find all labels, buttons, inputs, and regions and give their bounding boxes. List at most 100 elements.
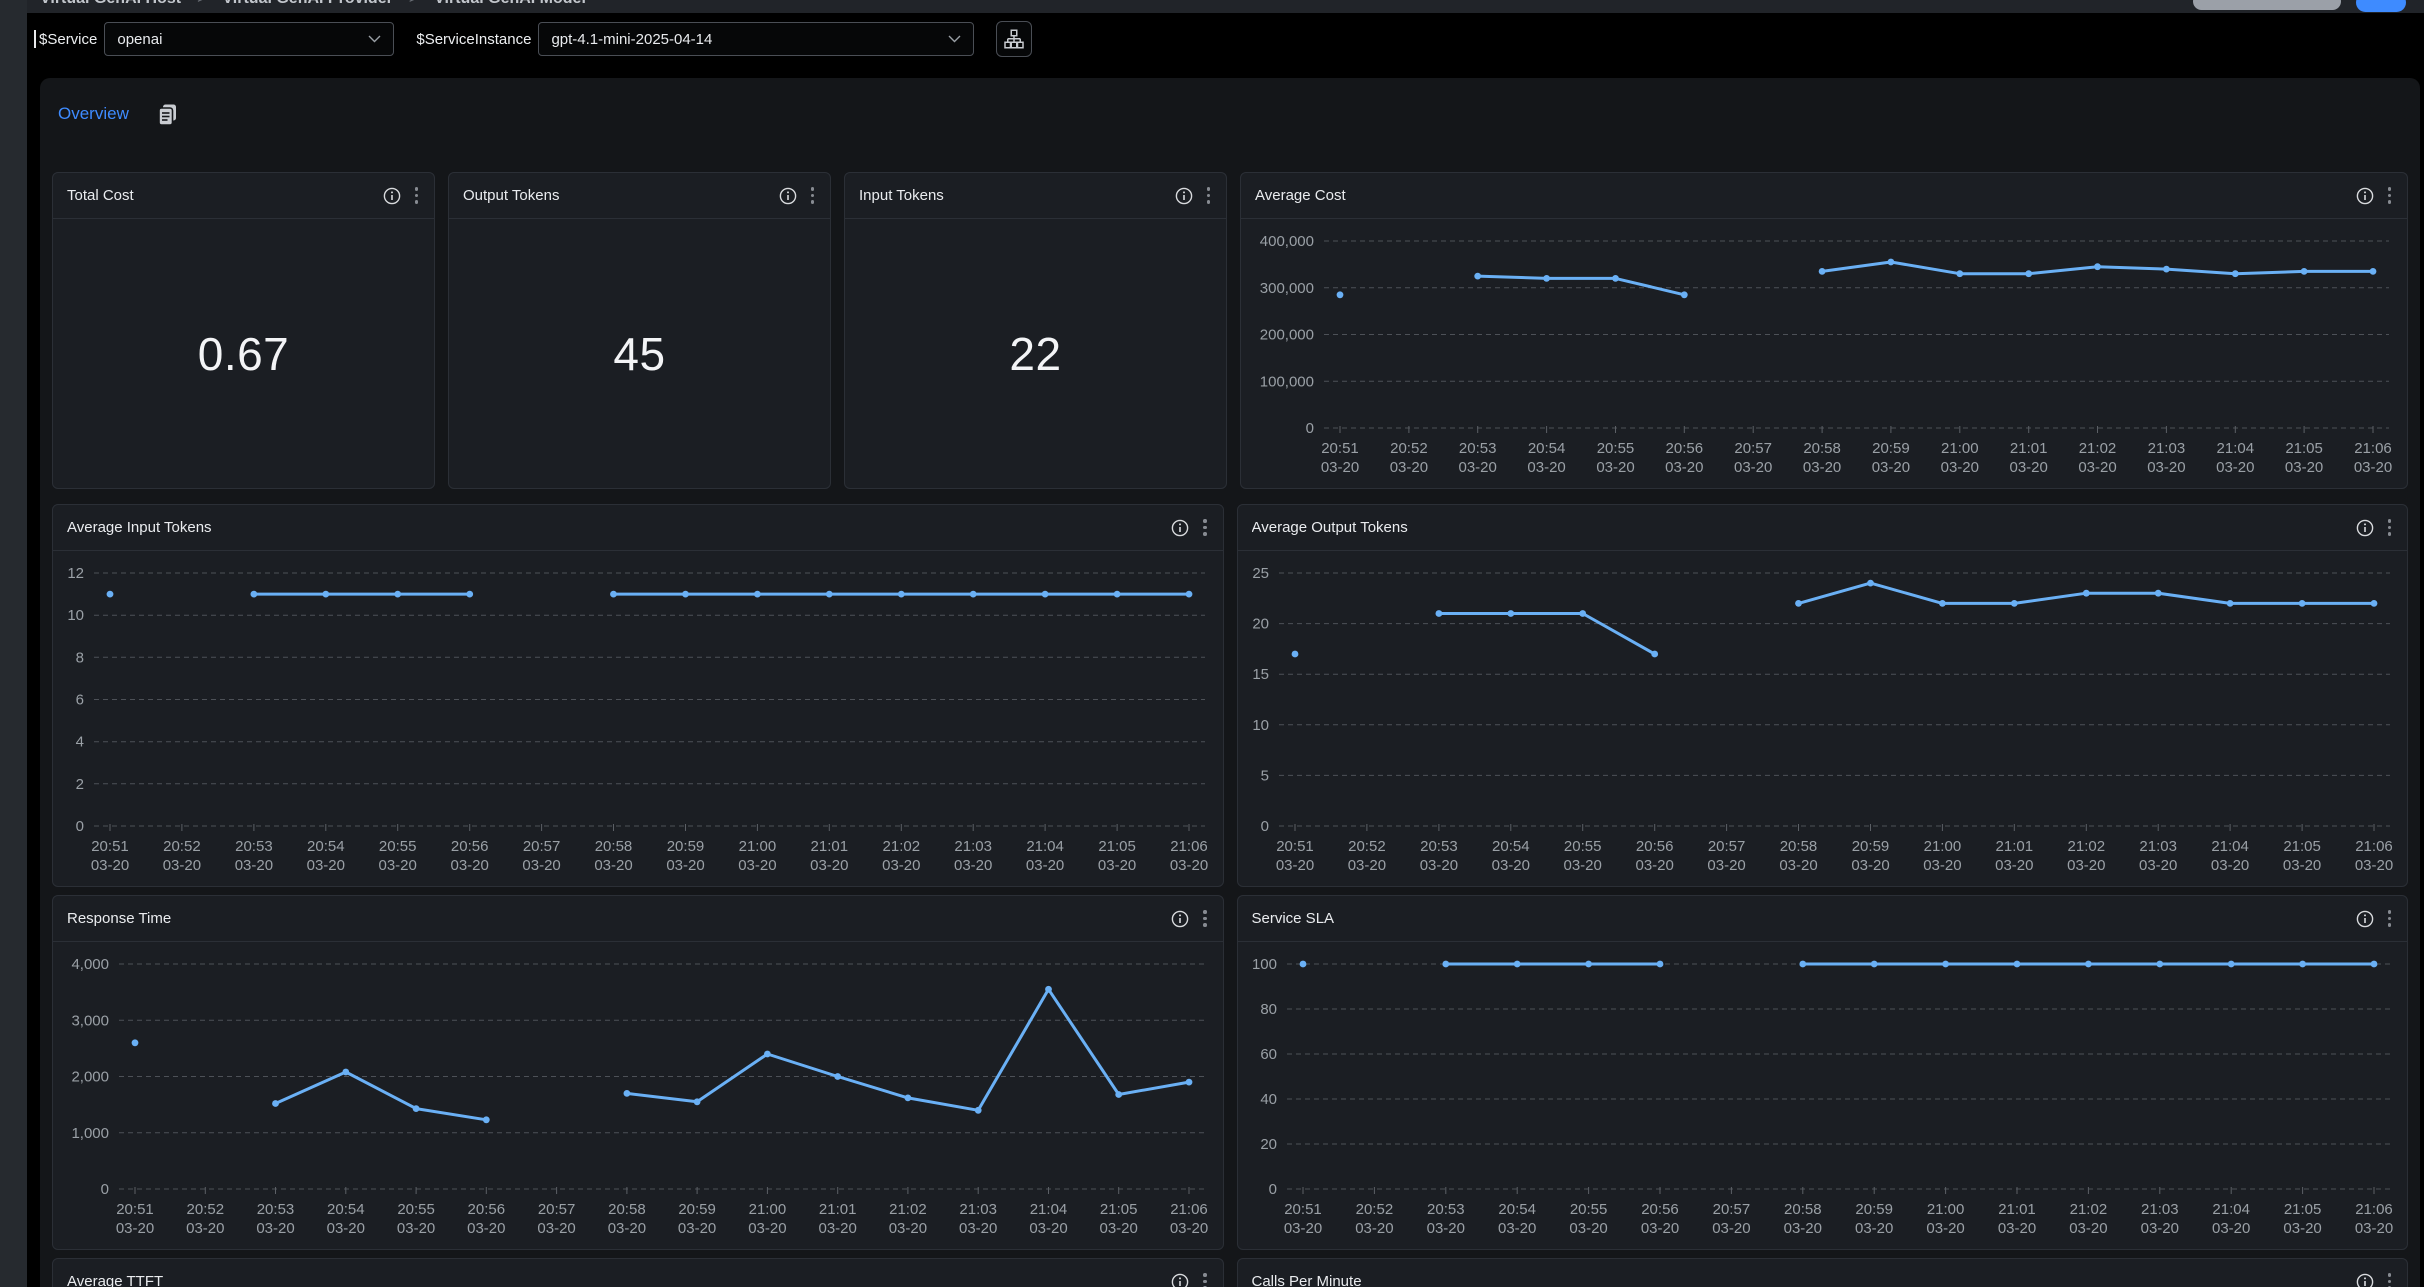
svg-text:21:03: 21:03 bbox=[2148, 440, 2186, 457]
svg-text:03-20: 03-20 bbox=[163, 857, 201, 874]
kebab-menu-icon[interactable] bbox=[2386, 185, 2394, 206]
topology-view-button[interactable] bbox=[996, 21, 1032, 57]
breadcrumb-item-provider[interactable]: Virtual GenAI Provider bbox=[222, 0, 392, 8]
svg-text:25: 25 bbox=[1252, 565, 1269, 582]
svg-text:20:51: 20:51 bbox=[1276, 838, 1314, 855]
svg-text:20:52: 20:52 bbox=[1390, 440, 1428, 457]
info-icon[interactable] bbox=[383, 187, 401, 205]
breadcrumb-separator: > bbox=[409, 0, 418, 8]
svg-text:03-20: 03-20 bbox=[2140, 1220, 2178, 1237]
svg-text:03-20: 03-20 bbox=[256, 1220, 294, 1237]
svg-text:03-20: 03-20 bbox=[1100, 1220, 1138, 1237]
kebab-menu-icon[interactable] bbox=[1201, 517, 1209, 538]
svg-text:20:54: 20:54 bbox=[307, 838, 345, 855]
breadcrumb-item-model[interactable]: Virtual GenAI Model bbox=[434, 0, 586, 8]
svg-text:21:00: 21:00 bbox=[1926, 1201, 1964, 1218]
svg-text:20:54: 20:54 bbox=[1528, 440, 1566, 457]
svg-text:03-20: 03-20 bbox=[738, 857, 776, 874]
kebab-menu-icon[interactable] bbox=[809, 185, 817, 206]
info-icon[interactable] bbox=[1171, 519, 1189, 537]
tab-row: Overview bbox=[52, 86, 2408, 142]
info-icon[interactable] bbox=[779, 187, 797, 205]
svg-text:200,000: 200,000 bbox=[1260, 327, 1314, 344]
svg-text:20:58: 20:58 bbox=[595, 838, 633, 855]
svg-text:03-20: 03-20 bbox=[1426, 1220, 1464, 1237]
kebab-menu-icon[interactable] bbox=[2386, 908, 2394, 929]
svg-text:03-20: 03-20 bbox=[1855, 1220, 1893, 1237]
svg-text:21:03: 21:03 bbox=[954, 838, 992, 855]
kebab-menu-icon[interactable] bbox=[2386, 1271, 2394, 1287]
stat-card-output-tokens: Output Tokens 45 bbox=[448, 172, 831, 489]
svg-text:03-20: 03-20 bbox=[1923, 857, 1961, 874]
kebab-menu-icon[interactable] bbox=[1201, 1271, 1209, 1287]
svg-text:20:55: 20:55 bbox=[1563, 838, 1601, 855]
svg-text:03-20: 03-20 bbox=[1390, 459, 1428, 476]
breadcrumb-item-host[interactable]: Virtual GenAI Host bbox=[40, 0, 181, 8]
svg-text:03-20: 03-20 bbox=[1491, 857, 1529, 874]
svg-text:20:57: 20:57 bbox=[1707, 838, 1745, 855]
copy-pages-icon[interactable] bbox=[155, 102, 180, 127]
chart-response-time: 01,0002,0003,0004,00020:5103-2020:5203-2… bbox=[53, 942, 1223, 1249]
svg-text:20:53: 20:53 bbox=[257, 1201, 295, 1218]
chart-service-sla: 02040608010020:5103-2020:5203-2020:5303-… bbox=[1238, 942, 2408, 1249]
card-title: Calls Per Minute bbox=[1252, 1273, 2356, 1287]
info-icon[interactable] bbox=[2356, 910, 2374, 928]
svg-text:03-20: 03-20 bbox=[1355, 1220, 1393, 1237]
svg-text:03-20: 03-20 bbox=[1275, 857, 1313, 874]
tab-overview[interactable]: Overview bbox=[58, 104, 129, 124]
svg-text:12: 12 bbox=[67, 565, 84, 582]
svg-text:2,000: 2,000 bbox=[71, 1069, 109, 1086]
stat-value: 45 bbox=[449, 219, 830, 488]
svg-text:03-20: 03-20 bbox=[1596, 459, 1634, 476]
svg-text:03-20: 03-20 bbox=[2069, 1220, 2107, 1237]
svg-text:21:04: 21:04 bbox=[2211, 838, 2249, 855]
info-icon[interactable] bbox=[1175, 187, 1193, 205]
svg-text:21:06: 21:06 bbox=[2355, 838, 2393, 855]
service-instance-select[interactable]: gpt-4.1-mini-2025-04-14 bbox=[538, 22, 974, 56]
info-icon[interactable] bbox=[2356, 1273, 2374, 1287]
svg-text:03-20: 03-20 bbox=[397, 1220, 435, 1237]
stat-value: 22 bbox=[845, 219, 1226, 488]
avatar[interactable] bbox=[2356, 0, 2406, 12]
sitemap-icon bbox=[1004, 29, 1024, 49]
svg-text:1,000: 1,000 bbox=[71, 1125, 109, 1142]
info-icon[interactable] bbox=[2356, 187, 2374, 205]
svg-text:20:54: 20:54 bbox=[1498, 1201, 1536, 1218]
svg-text:21:05: 21:05 bbox=[2285, 440, 2323, 457]
svg-text:03-20: 03-20 bbox=[1941, 459, 1979, 476]
breadcrumb-separator: > bbox=[197, 0, 206, 8]
kebab-menu-icon[interactable] bbox=[1201, 908, 1209, 929]
svg-text:20:52: 20:52 bbox=[187, 1201, 225, 1218]
chart-card-average-ttft: Average TTFT bbox=[52, 1258, 1224, 1287]
svg-text:21:01: 21:01 bbox=[2010, 440, 2048, 457]
svg-text:03-20: 03-20 bbox=[2212, 1220, 2250, 1237]
svg-text:0: 0 bbox=[1306, 420, 1314, 437]
svg-text:20:52: 20:52 bbox=[1348, 838, 1386, 855]
svg-text:03-20: 03-20 bbox=[2078, 459, 2116, 476]
svg-text:21:06: 21:06 bbox=[1170, 838, 1208, 855]
svg-text:20:59: 20:59 bbox=[1855, 1201, 1893, 1218]
svg-text:03-20: 03-20 bbox=[379, 857, 417, 874]
svg-text:03-20: 03-20 bbox=[1170, 857, 1208, 874]
chart-card-response-time: Response Time 01,0002,0003,0004,00020:51… bbox=[52, 895, 1224, 1250]
svg-text:03-20: 03-20 bbox=[1321, 459, 1359, 476]
svg-text:0: 0 bbox=[76, 818, 84, 835]
svg-text:03-20: 03-20 bbox=[451, 857, 489, 874]
kebab-menu-icon[interactable] bbox=[413, 185, 421, 206]
svg-text:03-20: 03-20 bbox=[882, 857, 920, 874]
svg-text:20:56: 20:56 bbox=[468, 1201, 506, 1218]
info-icon[interactable] bbox=[2356, 519, 2374, 537]
svg-text:03-20: 03-20 bbox=[1707, 857, 1745, 874]
topbar-pill-button[interactable] bbox=[2193, 0, 2341, 10]
svg-text:03-20: 03-20 bbox=[959, 1220, 997, 1237]
info-icon[interactable] bbox=[1171, 1273, 1189, 1287]
service-select[interactable]: openai bbox=[104, 22, 394, 56]
svg-text:20:58: 20:58 bbox=[1803, 440, 1841, 457]
svg-text:21:06: 21:06 bbox=[2354, 440, 2392, 457]
svg-text:03-20: 03-20 bbox=[522, 857, 560, 874]
svg-text:21:05: 21:05 bbox=[2283, 838, 2321, 855]
svg-text:21:02: 21:02 bbox=[2069, 1201, 2107, 1218]
info-icon[interactable] bbox=[1171, 910, 1189, 928]
kebab-menu-icon[interactable] bbox=[1205, 185, 1213, 206]
kebab-menu-icon[interactable] bbox=[2386, 517, 2394, 538]
